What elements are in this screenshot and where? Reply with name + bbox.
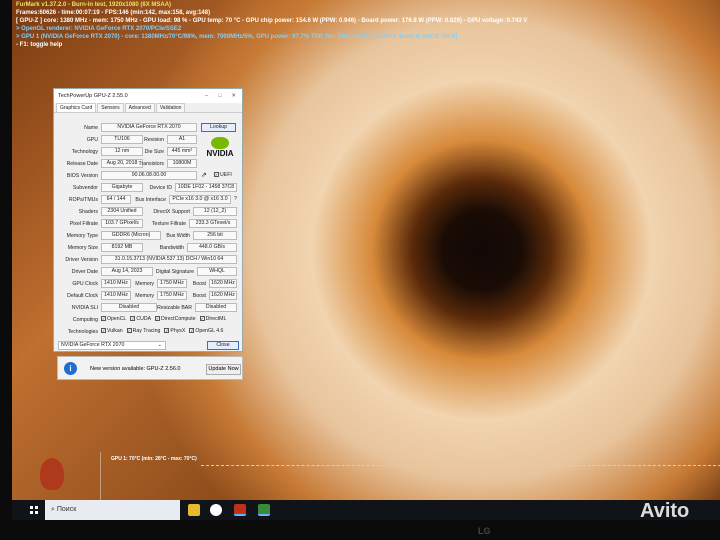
- update-message: New version available: GPU-Z 2.56.0: [90, 366, 181, 372]
- furmark-frames: Frames:60626 - time:00:07:19 - FPS:146 (…: [16, 10, 211, 16]
- opengl-checkbox: ✓ OpenGL 4.6: [189, 328, 224, 334]
- die-size-field: 445 mm²: [167, 147, 197, 156]
- memory-size-field: 8192 MB: [101, 243, 143, 252]
- die-size-label: Die Size: [144, 149, 164, 155]
- memory-clock-label: Memory: [135, 281, 154, 287]
- boost-label: Boost: [192, 281, 206, 287]
- nvidia-logo: NVIDIA: [201, 137, 239, 158]
- nvidia-eye-icon: [211, 137, 229, 149]
- desktop-screen: FurMark v1.37.2.0 - Burn-in test, 1920x1…: [12, 0, 720, 520]
- memory-type-label: Memory Type: [66, 233, 98, 239]
- furmark-title: FurMark v1.37.2.0 - Burn-in test, 1920x1…: [16, 2, 172, 8]
- directml-checkbox: ✓ DirectML: [199, 316, 227, 322]
- digital-signature-field: WHQL: [197, 267, 237, 276]
- bus-interface-label: Bus Interface: [135, 197, 166, 203]
- gpuz-taskbar-icon[interactable]: [258, 504, 270, 516]
- texture-fillrate-field: 233.3 GTexel/s: [189, 219, 237, 228]
- technologies-list: ✓ Vulkan ✓ Ray Tracing ✓ PhysX ✓ OpenGL 4.6: [101, 328, 223, 334]
- resizable-bar-label: Resizable BAR: [157, 305, 192, 311]
- lookup-button[interactable]: Lookup: [201, 123, 236, 132]
- furmark-help: - F1: toggle help: [16, 42, 63, 48]
- default-boost-field: 1620 MHz: [209, 291, 237, 300]
- name-field: NVIDIA GeForce RTX 2070: [101, 123, 197, 132]
- avito-watermark: Avito: [640, 500, 690, 522]
- furmark-logo: [40, 458, 64, 490]
- device-id-field: 10DE 1F02 - 1458 37C8: [175, 183, 237, 192]
- update-now-button[interactable]: Update Now: [206, 364, 241, 375]
- technologies-label: Technologies: [67, 329, 98, 335]
- driver-version-label: Driver Version: [65, 257, 98, 263]
- bus-width-field: 256 bit: [193, 231, 237, 240]
- vulkan-checkbox: ✓ Vulkan: [101, 328, 123, 334]
- directcompute-checkbox: ✓ DirectCompute: [155, 316, 196, 322]
- subvendor-label: Subvendor: [72, 185, 98, 191]
- name-label: Name: [84, 125, 98, 131]
- revision-field: A1: [167, 135, 197, 144]
- transistors-label: Transistors: [138, 161, 164, 167]
- search-box[interactable]: ⌕ Поиск: [45, 500, 180, 520]
- technology-label: Technology: [71, 149, 98, 155]
- default-memory-label: Memory: [135, 293, 154, 299]
- search-icon: ⌕: [51, 506, 55, 513]
- driver-date-label: Driver Date: [71, 269, 98, 275]
- info-icon: i: [64, 362, 77, 375]
- bios-label: BIOS Version: [66, 173, 98, 179]
- pixel-fillrate-field: 103.7 GPixel/s: [101, 219, 143, 228]
- bandwidth-label: Bandwidth: [159, 245, 184, 251]
- bus-width-label: Bus Width: [166, 233, 190, 239]
- temp-graph-label: GPU 1: 70°C (min: 28°C - max: 70°C): [111, 456, 197, 462]
- gpu-select[interactable]: NVIDIA GeForce RTX 2070 ⌄: [58, 341, 166, 350]
- computing-label: Computing: [72, 317, 98, 323]
- close-button[interactable]: Close: [207, 341, 239, 350]
- temp-graph: GPU 1: 70°C (min: 28°C - max: 70°C): [100, 452, 720, 500]
- furmark-gpu1: > GPU 1 (NVIDIA GeForce RTX 2070) - core…: [16, 34, 458, 40]
- cuda-checkbox: ✓ CUDA: [130, 316, 152, 322]
- temp-graph-line: [201, 465, 720, 466]
- uefi-checkbox[interactable]: ✓ UEFI: [214, 172, 232, 178]
- revision-label: Revision: [144, 137, 164, 143]
- opencl-checkbox: ✓ OpenCL: [101, 316, 127, 322]
- gpu-clock-label: GPU Clock: [72, 281, 98, 287]
- monitor-brand: LG: [478, 526, 491, 536]
- rops-label: ROPs/TMUs: [68, 197, 98, 203]
- default-boost-label: Boost: [192, 293, 206, 299]
- taskbar: ⌕ Поиск: [12, 500, 720, 520]
- boost-field: 1620 MHz: [209, 279, 237, 288]
- computing-list: ✓ OpenCL ✓ CUDA ✓ DirectCompute ✓ DirectML: [101, 316, 226, 322]
- yandex-browser-icon[interactable]: [210, 504, 222, 516]
- furmark-renderer: > OpenGL renderer: NVIDIA GeForce RTX 20…: [16, 26, 182, 32]
- texture-fillrate-label: Texture Fillrate: [151, 221, 186, 227]
- default-clock-label: Default Clock: [67, 293, 98, 299]
- bandwidth-field: 448.0 GB/s: [187, 243, 237, 252]
- resizable-bar-field: Disabled: [195, 303, 237, 312]
- sli-label: NVIDIA SLI: [71, 305, 98, 311]
- device-id-label: Device ID: [149, 185, 173, 191]
- windows-start-icon[interactable]: [30, 506, 38, 514]
- gpu-label: GPU: [86, 137, 98, 143]
- transistors-field: 10800M: [167, 159, 197, 168]
- file-explorer-icon[interactable]: [188, 504, 200, 516]
- directx-label: DirectX Support: [153, 209, 190, 215]
- bus-help-button[interactable]: ?: [234, 196, 237, 202]
- shaders-field: 2304 Unified: [101, 207, 143, 216]
- bus-interface-field: PCIe x16 3.0 @ x16 3.0: [169, 195, 231, 204]
- physx-checkbox: ✓ PhysX: [164, 328, 186, 334]
- driver-version-field: 31.0.15.3713 (NVIDIA 537.13) DCH / Win10…: [101, 255, 237, 264]
- pixel-fillrate-label: Pixel Fillrate: [69, 221, 98, 227]
- furmark-gpuz-line: [ GPU-Z ] core: 1380 MHz - mem: 1750 MHz…: [16, 18, 528, 24]
- gpuz-window: TechPowerUp GPU-Z 2.55.0 – □ ✕ Graphics Ca…: [53, 88, 243, 352]
- shaders-label: Shaders: [78, 209, 98, 215]
- furmark-taskbar-icon[interactable]: [234, 504, 246, 516]
- chevron-down-icon: ⌄: [157, 342, 162, 348]
- bios-field: 90.06.08.00.00: [101, 171, 197, 180]
- release-date-label: Release Date: [66, 161, 98, 167]
- directx-field: 12 (12_2): [193, 207, 237, 216]
- ray-tracing-checkbox: ✓ Ray Tracing: [126, 328, 161, 334]
- memory-size-label: Memory Size: [67, 245, 98, 251]
- driver-date-field: Aug 14, 2023: [101, 267, 153, 276]
- share-icon[interactable]: ⇗: [201, 171, 207, 179]
- update-notification: i New version available: GPU-Z 2.56.0 Up…: [57, 356, 243, 380]
- digital-signature-label: Digital Signature: [155, 269, 194, 275]
